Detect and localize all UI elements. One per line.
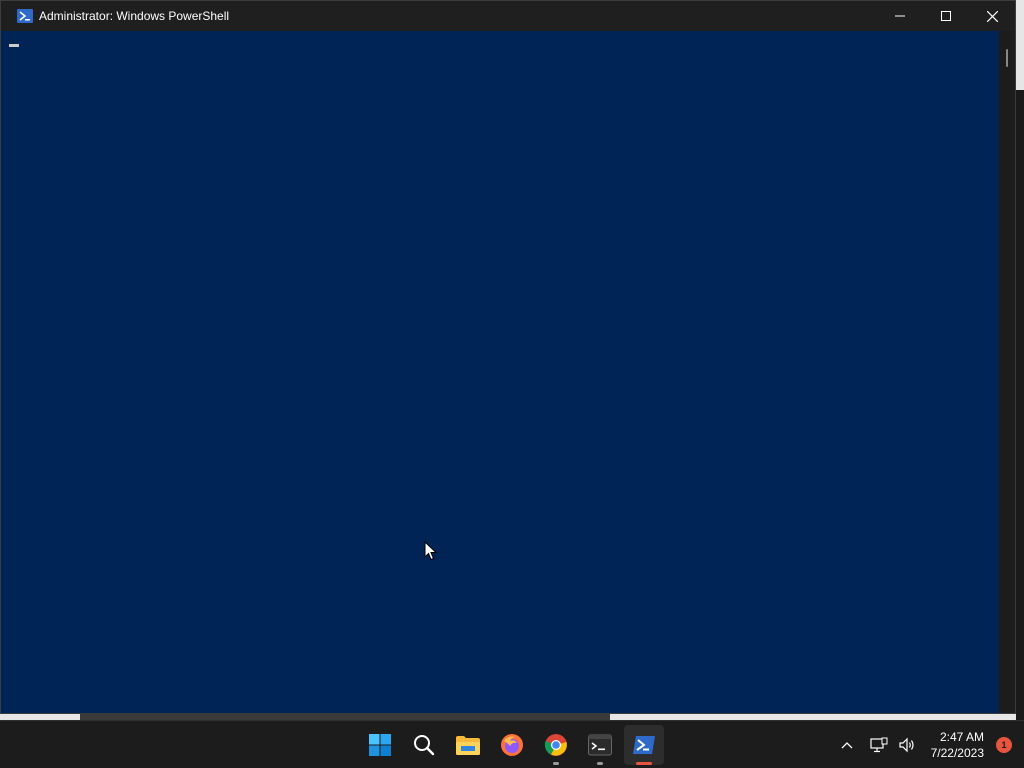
text-cursor — [9, 44, 19, 47]
scrollbar-thumb[interactable] — [1006, 49, 1008, 67]
terminal-button[interactable] — [580, 725, 620, 765]
powershell-taskbar-button[interactable] — [624, 725, 664, 765]
windows-logo-icon — [369, 734, 391, 756]
clock-date: 7/22/2023 — [930, 746, 984, 760]
powershell-icon — [17, 8, 33, 24]
running-indicator — [553, 762, 559, 765]
console-area[interactable] — [9, 31, 1001, 713]
powershell-icon — [633, 736, 655, 754]
network-button[interactable] — [867, 733, 891, 757]
vertical-scrollbar[interactable] — [999, 31, 1015, 713]
notification-badge[interactable]: 1 — [996, 737, 1012, 753]
title-bar[interactable]: Administrator: Windows PowerShell — [1, 1, 1015, 31]
search-button[interactable] — [404, 725, 444, 765]
chrome-icon — [544, 734, 567, 756]
window-title: Administrator: Windows PowerShell — [39, 9, 230, 23]
show-hidden-icons-button[interactable] — [835, 733, 859, 757]
powershell-window: Administrator: Windows PowerShell — [0, 0, 1016, 714]
folder-icon — [456, 736, 480, 755]
background-window-edge-right — [1016, 90, 1024, 720]
chevron-up-icon — [841, 742, 853, 749]
minimize-icon — [895, 15, 905, 17]
minimize-button[interactable] — [877, 1, 923, 31]
firefox-button[interactable] — [492, 725, 532, 765]
terminal-icon — [588, 734, 612, 756]
clock-time: 2:47 AM — [939, 730, 984, 744]
search-icon — [414, 735, 435, 756]
maximize-button[interactable] — [923, 1, 969, 31]
mouse-pointer-icon — [424, 541, 438, 561]
firefox-icon — [501, 734, 523, 756]
running-indicator — [597, 762, 603, 765]
maximize-icon — [941, 11, 951, 21]
file-explorer-button[interactable] — [448, 725, 488, 765]
volume-button[interactable] — [895, 733, 919, 757]
taskbar-apps — [358, 721, 666, 768]
system-tray: 2:47 AM 7/22/2023 1 — [833, 721, 1024, 768]
active-indicator — [636, 762, 652, 765]
taskbar: 2:47 AM 7/22/2023 1 — [0, 720, 1024, 768]
volume-icon — [899, 737, 914, 753]
close-button[interactable] — [969, 1, 1015, 31]
start-button[interactable] — [360, 725, 400, 765]
chrome-button[interactable] — [536, 725, 576, 765]
close-icon — [986, 10, 998, 22]
clock[interactable]: 2:47 AM 7/22/2023 — [931, 729, 984, 761]
network-icon — [870, 737, 888, 753]
